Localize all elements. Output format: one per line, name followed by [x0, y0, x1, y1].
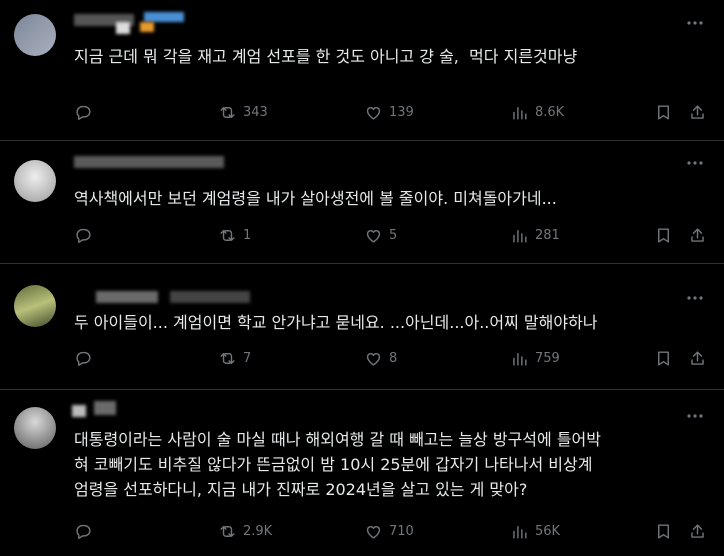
repost-count: 2.9K — [243, 524, 273, 539]
avatar[interactable] — [14, 160, 56, 202]
share-icon — [691, 351, 704, 365]
repost-count: 1 — [243, 228, 252, 243]
author-handle-redacted — [170, 291, 250, 303]
like-button[interactable]: 139 — [364, 103, 414, 122]
share-button[interactable] — [688, 349, 707, 368]
repost-icon — [220, 230, 235, 241]
share-button[interactable] — [688, 522, 707, 541]
post-text: 대통령이라는 사람이 술 마실 때나 해외여행 갈 때 빼고는 늘상 방구석에 … — [74, 430, 601, 499]
more-icon[interactable] — [686, 407, 704, 423]
post-text: 지금 근데 뭐 각을 재고 계엄 선포를 한 것도 아니고 걍 술, 먹다 지른… — [74, 47, 578, 66]
more-icon[interactable] — [686, 289, 704, 305]
like-count: 710 — [389, 524, 414, 539]
like-icon — [366, 526, 381, 539]
post-2[interactable]: 역사책에서만 보던 계엄령을 내가 살아생전에 볼 줄이야. 미쳐돌아가네...… — [0, 140, 724, 264]
repost-button[interactable]: 1 — [218, 226, 251, 245]
repost-count: 343 — [243, 105, 268, 120]
views-count: 56K — [535, 524, 561, 539]
views-button[interactable]: 281 — [510, 226, 560, 245]
like-icon — [366, 353, 381, 366]
post-3[interactable]: 두 아이들이... 계엄이면 학교 안가냐고 묻네요. ...아닌데...아..… — [0, 263, 724, 390]
share-icon — [691, 105, 704, 119]
like-icon — [366, 107, 381, 120]
post-text: 역사책에서만 보던 계엄령을 내가 살아생전에 볼 줄이야. 미쳐돌아가네... — [74, 189, 557, 208]
bookmark-button[interactable] — [654, 226, 673, 245]
views-icon — [513, 107, 527, 120]
reply-button[interactable] — [74, 349, 99, 368]
bookmark-icon — [658, 524, 669, 539]
repost-button[interactable]: 343 — [218, 103, 268, 122]
bookmark-button[interactable] — [654, 349, 673, 368]
views-button[interactable]: 8.6K — [510, 103, 564, 122]
bookmark-icon — [658, 351, 669, 366]
share-button[interactable] — [688, 103, 707, 122]
author-handle-redacted — [94, 401, 116, 415]
avatar[interactable] — [14, 407, 56, 449]
author-badge-redacted — [144, 12, 184, 22]
post-actions: 1 5 281 — [74, 226, 708, 250]
share-icon — [691, 524, 704, 538]
like-button[interactable]: 710 — [364, 522, 414, 541]
post-actions: 7 8 759 — [74, 349, 708, 373]
like-count: 139 — [389, 105, 414, 120]
bookmark-button[interactable] — [654, 103, 673, 122]
like-button[interactable]: 5 — [364, 226, 397, 245]
author-name-redacted — [96, 291, 158, 303]
views-count: 281 — [535, 228, 560, 243]
views-button[interactable]: 759 — [510, 349, 560, 368]
avatar[interactable] — [14, 285, 56, 327]
share-icon — [691, 228, 704, 242]
repost-icon — [220, 107, 235, 118]
post-text: 두 아이들이... 계엄이면 학교 안가냐고 묻네요. ...아닌데...아..… — [74, 313, 598, 332]
reply-icon — [76, 524, 91, 539]
views-button[interactable]: 56K — [510, 522, 560, 541]
repost-button[interactable]: 7 — [218, 349, 251, 368]
like-count: 8 — [389, 351, 398, 366]
like-icon — [366, 230, 381, 243]
reply-icon — [76, 228, 91, 243]
bookmark-button[interactable] — [654, 522, 673, 541]
post-actions: 343 139 8.6K — [74, 103, 708, 127]
post-1[interactable]: 지금 근데 뭐 각을 재고 계엄 선포를 한 것도 아니고 걍 술, 먹다 지른… — [0, 0, 724, 141]
reply-button[interactable] — [74, 522, 99, 541]
bookmark-icon — [658, 228, 669, 243]
repost-icon — [220, 353, 235, 364]
author-name-redacted — [72, 405, 86, 417]
repost-count: 7 — [243, 351, 252, 366]
views-count: 759 — [535, 351, 560, 366]
repost-button[interactable]: 2.9K — [218, 522, 272, 541]
like-count: 5 — [389, 228, 398, 243]
more-icon[interactable] — [686, 154, 704, 170]
repost-icon — [220, 526, 235, 537]
reply-button[interactable] — [74, 103, 99, 122]
share-button[interactable] — [688, 226, 707, 245]
more-icon[interactable] — [686, 14, 704, 30]
like-button[interactable]: 8 — [364, 349, 397, 368]
views-icon — [513, 526, 527, 539]
reply-button[interactable] — [74, 226, 99, 245]
reply-icon — [76, 351, 91, 366]
views-icon — [513, 230, 527, 243]
avatar[interactable] — [14, 14, 56, 56]
post-4[interactable]: 대통령이라는 사람이 술 마실 때나 해외여행 갈 때 빼고는 늘상 방구석에 … — [0, 389, 724, 556]
bookmark-icon — [658, 105, 669, 120]
reply-icon — [76, 105, 91, 120]
author-badge-redacted-2 — [140, 22, 154, 32]
author-name-redacted — [74, 156, 224, 168]
post-actions: 2.9K 710 56K — [74, 522, 708, 546]
views-icon — [513, 353, 527, 366]
author-handle-redacted — [116, 22, 130, 34]
views-count: 8.6K — [535, 105, 565, 120]
